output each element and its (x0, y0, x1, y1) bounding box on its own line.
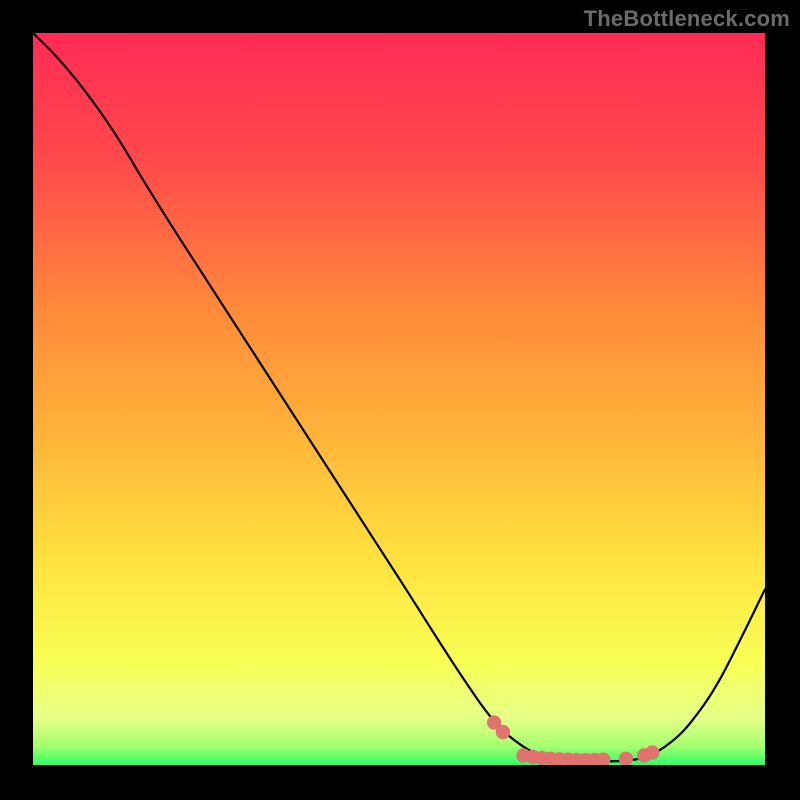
plot-area (33, 33, 765, 765)
marker-dot (645, 745, 659, 759)
marker-dot (496, 725, 510, 739)
chart-stage: TheBottleneck.com (0, 0, 800, 800)
chart-svg (33, 33, 765, 765)
gradient-background (33, 33, 765, 765)
watermark-label: TheBottleneck.com (584, 6, 790, 32)
